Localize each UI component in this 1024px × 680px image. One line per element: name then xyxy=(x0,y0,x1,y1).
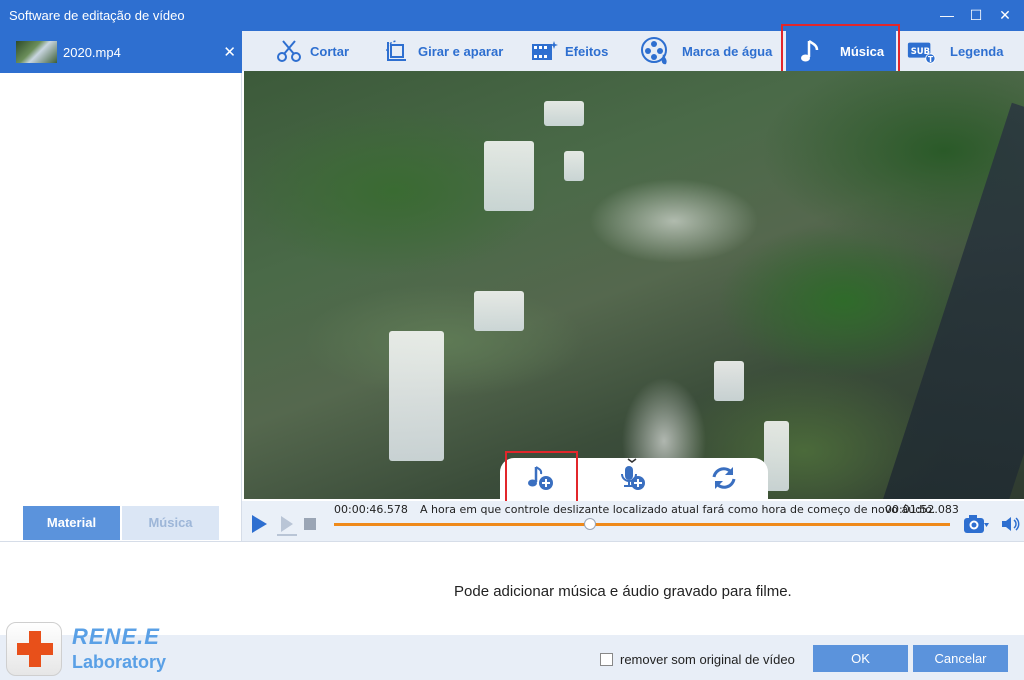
remove-file-icon[interactable]: ✕ xyxy=(223,43,236,61)
tool-rotate-crop[interactable]: Girar e aparar xyxy=(382,31,503,71)
minimize-icon[interactable]: — xyxy=(938,6,956,24)
play-segment-icon[interactable] xyxy=(276,514,298,536)
crop-rotate-icon xyxy=(382,36,412,66)
tool-label: Girar e aparar xyxy=(418,43,504,59)
waterfall xyxy=(544,101,584,126)
refresh-icon xyxy=(709,464,739,497)
tool-cut[interactable]: Cortar xyxy=(274,31,349,71)
cancel-button[interactable]: Cancelar xyxy=(913,645,1008,672)
record-voice-icon xyxy=(616,457,648,498)
file-item[interactable]: 2020.mp4 ✕ xyxy=(0,31,242,73)
rene-logo: RENE.E Laboratory xyxy=(6,622,181,678)
ok-button[interactable]: OK xyxy=(813,645,908,672)
file-name: 2020.mp4 xyxy=(63,45,121,60)
waterfall xyxy=(389,331,444,461)
svg-text:T: T xyxy=(928,55,934,64)
record-voice-button[interactable] xyxy=(614,457,650,493)
tab-material[interactable]: Material xyxy=(23,506,120,540)
tool-label: Efeitos xyxy=(565,43,609,59)
logo-text-line2: Laboratory xyxy=(72,652,167,672)
timeline-hint: A hora em que controle deslizante locali… xyxy=(420,503,936,516)
stop-icon[interactable] xyxy=(304,518,316,530)
tool-label: Marca de água xyxy=(682,43,773,59)
info-area: Pode adicionar música e áudio gravado pa… xyxy=(0,541,1024,635)
volume-icon[interactable] xyxy=(1000,515,1020,533)
remove-original-label[interactable]: remover som original de vídeo xyxy=(620,652,795,667)
playback-timeline: 00:00:46.578 A hora em que controle desl… xyxy=(242,501,1024,541)
current-time: 00:00:46.578 xyxy=(334,503,408,516)
waterfall xyxy=(474,291,524,331)
left-tabs: Material Música xyxy=(23,506,219,540)
logo-text-line1: RENE.E xyxy=(72,624,160,649)
play-icon[interactable] xyxy=(250,514,268,534)
window-title: Software de editação de vídeo xyxy=(9,8,185,23)
video-preview xyxy=(244,71,1024,499)
material-panel: 2020.mp4 ✕ Material Música xyxy=(0,31,242,541)
edit-toolbar: Cortar Girar e aparar Efeitos Marca de á… xyxy=(242,31,1024,71)
info-message: Pode adicionar música e áudio gravado pa… xyxy=(454,583,792,600)
progress-track[interactable] xyxy=(334,523,950,526)
tab-music[interactable]: Música xyxy=(122,506,219,540)
snapshot-icon[interactable] xyxy=(963,513,989,535)
subtitle-icon: SUB T xyxy=(906,36,936,66)
close-icon[interactable]: ✕ xyxy=(996,6,1014,24)
tool-label: Legenda xyxy=(950,43,1004,59)
logo-badge-icon xyxy=(6,622,62,676)
video-thumbnail xyxy=(16,41,57,63)
scissors-icon xyxy=(274,36,304,66)
maximize-icon[interactable]: ☐ xyxy=(967,6,985,24)
tool-subtitle[interactable]: SUB T Legenda xyxy=(906,31,1003,71)
tool-effects[interactable]: Efeitos xyxy=(529,31,608,71)
refresh-audio-button[interactable] xyxy=(706,464,742,496)
waterfall xyxy=(484,141,534,211)
tool-watermark[interactable]: Marca de água xyxy=(640,31,772,71)
film-effects-icon xyxy=(529,36,559,66)
add-music-highlight xyxy=(505,451,578,507)
watermark-reel-icon xyxy=(640,36,670,66)
total-time: 00:01:52.083 xyxy=(885,503,959,516)
music-tool-highlight xyxy=(781,24,900,75)
river-shape xyxy=(882,102,1024,499)
waterfall xyxy=(564,151,584,181)
tool-label: Cortar xyxy=(310,43,350,59)
remove-original-checkbox[interactable] xyxy=(600,653,613,666)
progress-slider-handle[interactable] xyxy=(584,518,597,530)
waterfall xyxy=(714,361,744,401)
